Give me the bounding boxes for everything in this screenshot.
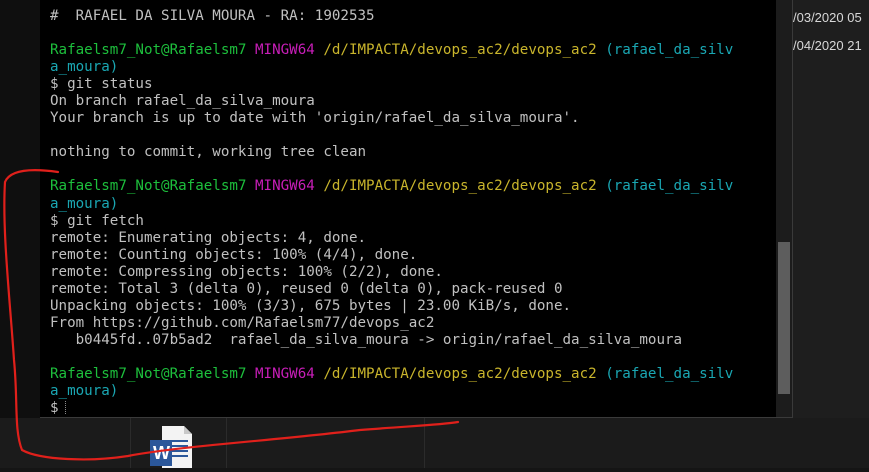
terminal-text: Your branch is up to date with 'origin/r… <box>50 110 580 127</box>
terminal-text: nothing to commit, working tree clean <box>50 144 367 161</box>
file-explorer-background <box>793 0 869 418</box>
terminal-text: /d/IMPACTA/devops_ac2/devops_ac2 <box>314 365 597 382</box>
terminal-line: nothing to commit, working tree clean <box>50 144 776 161</box>
terminal-text: remote: Total 3 (delta 0), reused 0 (del… <box>50 280 563 297</box>
terminal-line: remote: Enumerating objects: 4, done. <box>50 230 776 247</box>
terminal-text: a_moura) <box>50 195 119 212</box>
terminal-text: remote: Counting objects: 100% (4/4), do… <box>50 246 418 263</box>
terminal-text: On branch rafael_da_silva_moura <box>50 93 315 110</box>
terminal-line: Rafaelsm7_Not@Rafaelsm7 MINGW64 /d/IMPAC… <box>50 42 776 59</box>
terminal-text: (rafael_da_silv <box>596 178 734 195</box>
terminal-text: (rafael_da_silv <box>596 42 734 59</box>
terminal-text: MINGW64 <box>246 42 315 59</box>
terminal-line: a_moura) <box>50 383 776 400</box>
terminal-text: # RAFAEL DA SILVA MOURA - RA: 1902535 <box>50 8 375 24</box>
git-bash-terminal[interactable]: # RAFAEL DA SILVA MOURA - RA: 1902535 Raf… <box>40 0 793 418</box>
terminal-line: $ git fetch <box>50 213 776 230</box>
terminal-line: b0445fd..07b5ad2 rafael_da_silva_moura -… <box>50 332 776 349</box>
terminal-text: Unpacking objects: 100% (3/3), 675 bytes… <box>50 297 572 314</box>
file-date-1[interactable]: /03/2020 05 <box>793 10 862 25</box>
strip-divider <box>226 418 227 468</box>
terminal-scrollbar[interactable] <box>776 0 792 417</box>
terminal-line: On branch rafael_da_silva_moura <box>50 93 776 110</box>
terminal-line: $ <box>50 400 776 417</box>
terminal-text: MINGW64 <box>246 365 315 382</box>
strip-divider <box>424 418 425 468</box>
terminal-text: a_moura) <box>50 383 119 400</box>
terminal-line: Your branch is up to date with 'origin/r… <box>50 110 776 127</box>
terminal-text: b0445fd..07b5ad2 rafael_da_silva_moura -… <box>50 331 683 348</box>
scrollbar-thumb[interactable] <box>778 242 790 394</box>
word-document-icon[interactable]: W <box>150 426 196 468</box>
terminal-text: $ <box>50 400 59 417</box>
terminal-text: remote: Compressing objects: 100% (2/2),… <box>50 263 443 280</box>
terminal-text: remote: Enumerating objects: 4, done. <box>50 229 367 246</box>
desktop-left-edge <box>0 0 40 468</box>
terminal-text: Rafaelsm7_Not@Rafaelsm7 <box>50 178 247 195</box>
terminal-line: # RAFAEL DA SILVA MOURA - RA: 1902535 <box>50 8 776 25</box>
terminal-line: remote: Compressing objects: 100% (2/2),… <box>50 264 776 281</box>
terminal-text: $ git fetch <box>50 212 144 229</box>
terminal-line: remote: Counting objects: 100% (4/4), do… <box>50 247 776 264</box>
terminal-line: Rafaelsm7_Not@Rafaelsm7 MINGW64 /d/IMPAC… <box>50 366 776 383</box>
terminal-text: Rafaelsm7_Not@Rafaelsm7 <box>50 365 247 382</box>
terminal-text: /d/IMPACTA/devops_ac2/devops_ac2 <box>314 178 597 195</box>
terminal-line: Rafaelsm7_Not@Rafaelsm7 MINGW64 /d/IMPAC… <box>50 178 776 195</box>
terminal-cursor <box>64 401 68 415</box>
terminal-line: From https://github.com/Rafaelsm77/devop… <box>50 315 776 332</box>
terminal-text: a_moura) <box>50 59 119 76</box>
terminal-text: /d/IMPACTA/devops_ac2/devops_ac2 <box>314 42 597 59</box>
strip-divider <box>130 418 131 468</box>
terminal-text: $ git status <box>50 76 153 93</box>
terminal-line: remote: Total 3 (delta 0), reused 0 (del… <box>50 281 776 298</box>
terminal-line: $ git status <box>50 76 776 93</box>
terminal-line: a_moura) <box>50 59 776 76</box>
terminal-text: MINGW64 <box>246 178 315 195</box>
terminal-line: a_moura) <box>50 196 776 213</box>
word-icon-letter: W <box>153 443 170 463</box>
terminal-text: (rafael_da_silv <box>596 365 734 382</box>
terminal-text: From https://github.com/Rafaelsm77/devop… <box>50 314 435 331</box>
terminal-line: Unpacking objects: 100% (3/3), 675 bytes… <box>50 298 776 315</box>
terminal-output: # RAFAEL DA SILVA MOURA - RA: 1902535 Raf… <box>50 8 776 417</box>
file-date-2[interactable]: /04/2020 21 <box>793 38 862 53</box>
terminal-text: Rafaelsm7_Not@Rafaelsm7 <box>50 42 247 59</box>
